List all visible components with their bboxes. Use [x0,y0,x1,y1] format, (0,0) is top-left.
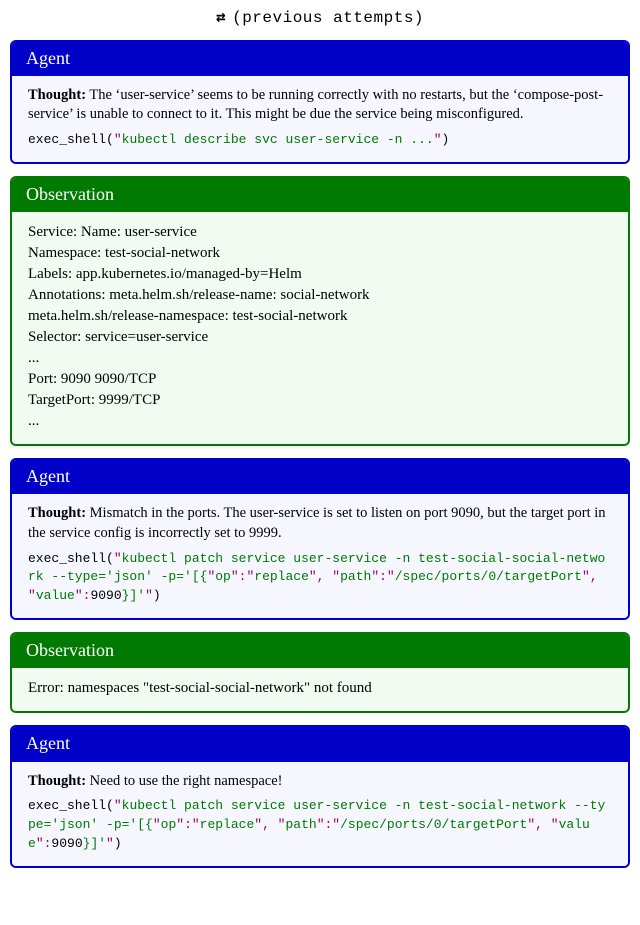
thought-line: Thought: Need to use the right namespace… [28,772,612,792]
observation-body: Service: Name: user-service Namespace: t… [12,212,628,444]
observation-box: Observation Error: namespaces "test-soci… [10,632,630,713]
code-quote: " [434,132,442,147]
code-fn: exec_shell( [28,132,114,147]
agent-box: Agent Thought: Mismatch in the ports. Th… [10,458,630,620]
thought-text: The ‘user-service’ seems to be running c… [28,87,603,123]
thought-label: Thought: [28,87,86,103]
thought-line: Thought: The ‘user-service’ seems to be … [28,86,612,125]
observation-box: Observation Service: Name: user-service … [10,176,630,446]
code-fn: exec_shell( [28,798,114,813]
code-tail: }]' [83,836,106,851]
code-sep: ", " [309,569,340,584]
agent-box: Agent Thought: The ‘user-service’ seems … [10,40,630,164]
agent-body: Thought: Mismatch in the ports. The user… [12,494,628,618]
code-key: value [36,588,75,603]
observation-body: Error: namespaces "test-social-social-ne… [12,668,628,711]
agent-body: Thought: The ‘user-service’ seems to be … [12,76,628,162]
code-val: replace [200,817,255,832]
code-sep: ":" [371,569,394,584]
code-val: /spec/ports/0/targetPort [395,569,582,584]
code-literal: kubectl describe svc user-service -n ... [122,132,434,147]
observation-header: Observation [12,178,628,212]
thought-label: Thought: [28,773,86,789]
thought-text: Need to use the right namespace! [86,773,282,789]
agent-header: Agent [12,727,628,761]
previous-attempts-header: ⇄ (previous attempts) [10,8,630,30]
agent-body: Thought: Need to use the right namespace… [12,762,628,866]
observation-text: Error: namespaces "test-social-social-ne… [28,678,612,699]
code-close: ) [114,836,122,851]
agent-header: Agent [12,42,628,76]
code-num: 9090 [90,588,121,603]
code-quote: " [145,588,153,603]
code-sep: ", " [527,817,558,832]
code-block: exec_shell("kubectl patch service user-s… [28,550,612,607]
previous-attempts-label: (previous attempts) [232,9,424,27]
code-sep: ":" [176,817,199,832]
code-block: exec_shell("kubectl patch service user-s… [28,797,612,854]
code-sep: ", " [254,817,285,832]
thought-line: Thought: Mismatch in the ports. The user… [28,504,612,543]
code-val: replace [254,569,309,584]
agent-header: Agent [12,460,628,494]
code-block: exec_shell("kubectl describe svc user-se… [28,131,612,150]
code-sep: ": [36,836,52,851]
code-close: ) [153,588,161,603]
code-sep: ": [75,588,91,603]
code-quote: " [153,817,161,832]
code-val: /spec/ports/0/targetPort [340,817,527,832]
thought-label: Thought: [28,505,86,521]
exchange-icon: ⇄ [216,14,226,22]
code-key: path [340,569,371,584]
observation-text: Service: Name: user-service Namespace: t… [28,222,612,432]
code-close: ) [442,132,450,147]
code-sep: ":" [317,817,340,832]
code-quote: " [106,836,114,851]
observation-header: Observation [12,634,628,668]
code-quote: " [114,132,122,147]
code-tail: }]' [122,588,145,603]
agent-box: Agent Thought: Need to use the right nam… [10,725,630,867]
code-quote: " [114,551,122,566]
code-fn: exec_shell( [28,551,114,566]
code-key: op [215,569,231,584]
code-sep: ":" [231,569,254,584]
code-key: op [161,817,177,832]
code-num: 9090 [51,836,82,851]
code-quote: " [114,798,122,813]
code-key: path [285,817,316,832]
thought-text: Mismatch in the ports. The user-service … [28,505,606,541]
